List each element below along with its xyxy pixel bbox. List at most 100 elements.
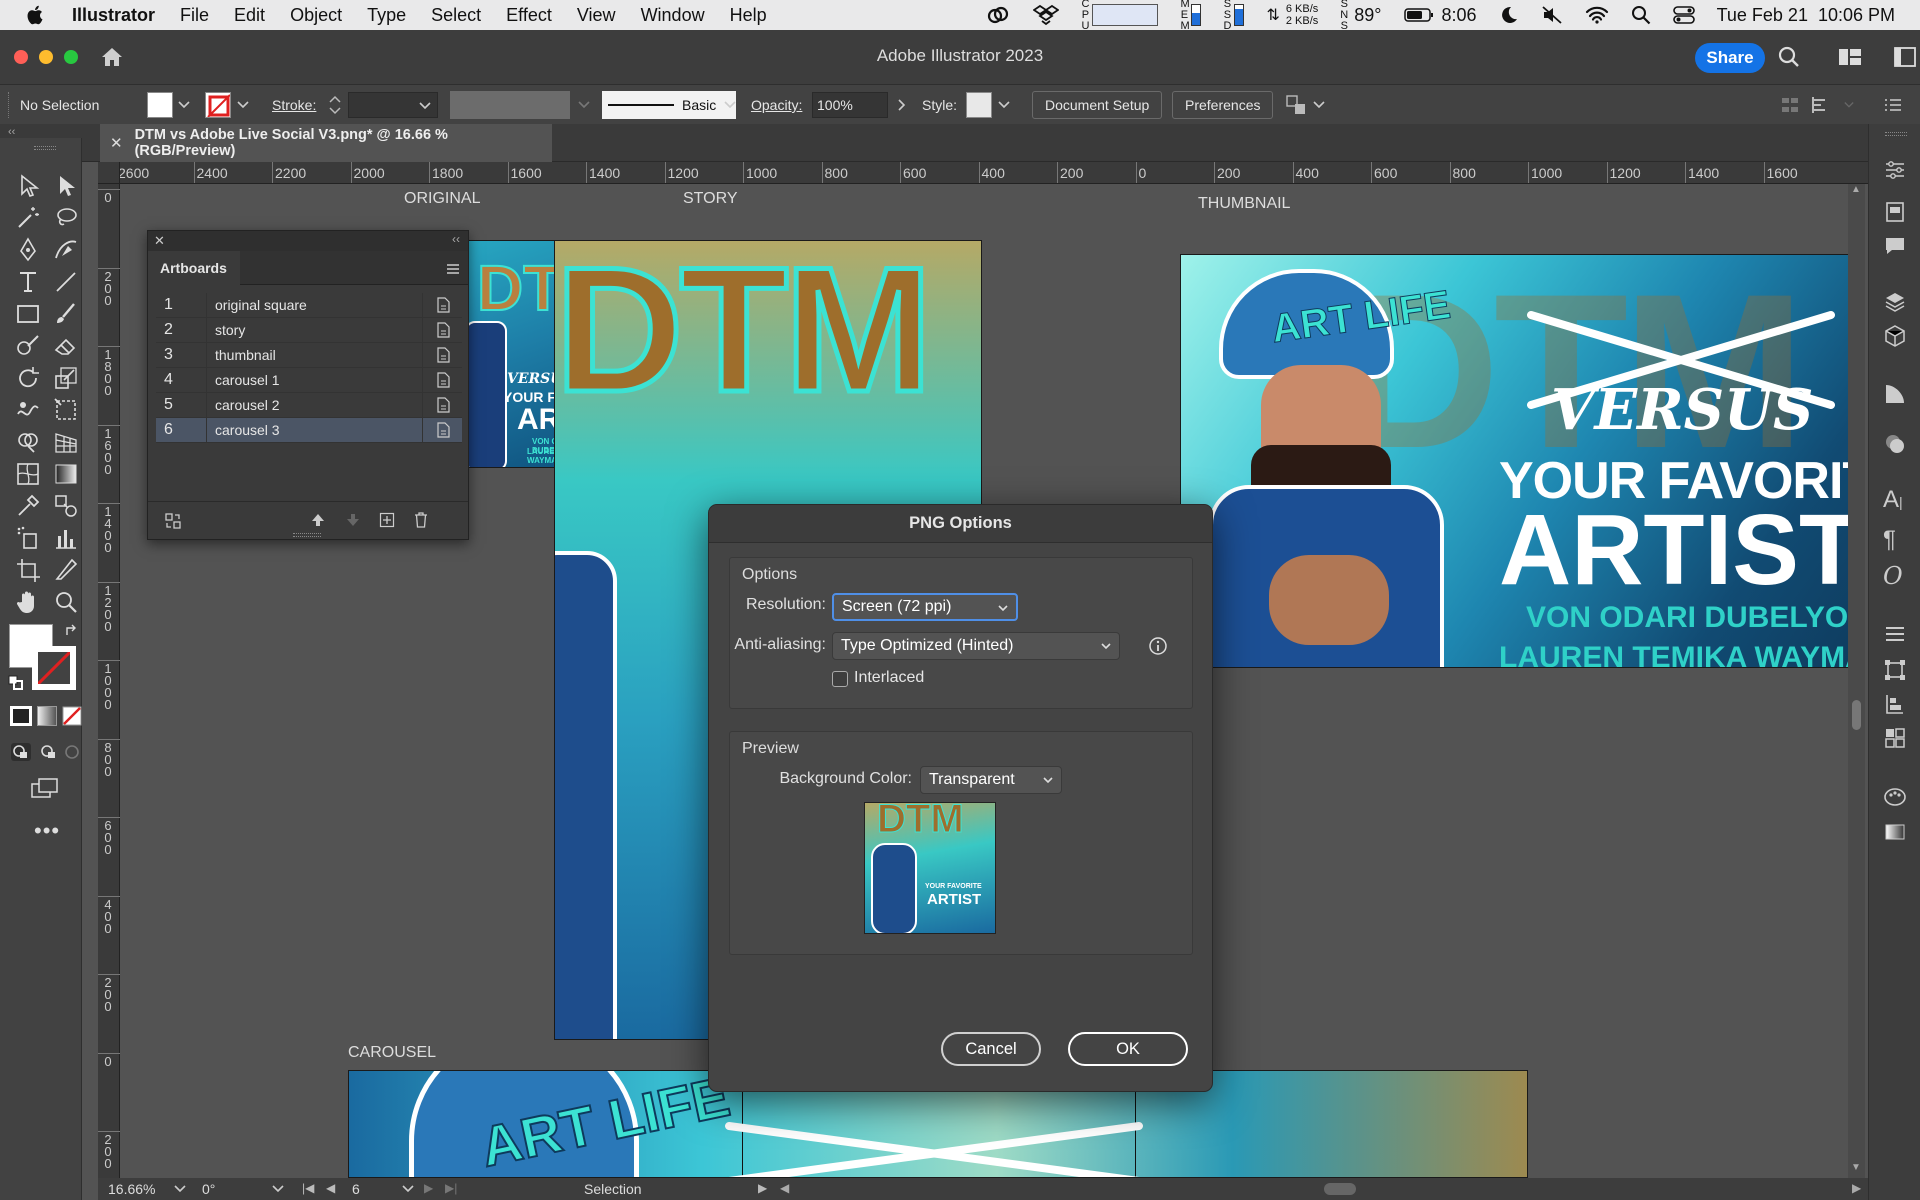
zoom-level[interactable]: 16.66%	[108, 1181, 155, 1197]
clock[interactable]: Tue Feb 21 10:06 PM	[1717, 5, 1895, 26]
artboard-chevron-icon[interactable]	[402, 1185, 414, 1193]
draw-normal-icon[interactable]	[10, 742, 32, 762]
menu-edit[interactable]: Edit	[234, 5, 265, 26]
opacity-label[interactable]: Opacity:	[751, 85, 802, 125]
rearrange-artboards-icon[interactable]	[164, 512, 182, 530]
appearance-icon[interactable]	[1883, 432, 1907, 456]
sensor-meter[interactable]: SNS 89°	[1340, 0, 1381, 32]
share-button[interactable]: Share	[1695, 43, 1765, 73]
gradient-tool-icon[interactable]	[52, 460, 80, 488]
scale-tool-icon[interactable]	[52, 364, 80, 392]
libraries-icon[interactable]	[1883, 200, 1907, 224]
scroll-right-icon[interactable]: ▶	[1852, 1181, 1861, 1195]
edit-toolbar-icon[interactable]: •••	[34, 818, 60, 844]
swap-fill-stroke-icon[interactable]	[64, 623, 80, 639]
document-tab[interactable]: ✕ DTM vs Adobe Live Social V3.png* @ 16.…	[100, 124, 552, 162]
first-artboard-icon[interactable]: |◀	[302, 1181, 314, 1195]
move-down-icon[interactable]	[345, 512, 361, 528]
artboard-tool-icon[interactable]	[14, 556, 42, 584]
hand-tool-icon[interactable]	[14, 588, 42, 616]
horizontal-scroll-thumb[interactable]	[1324, 1183, 1356, 1195]
move-up-icon[interactable]	[310, 512, 326, 528]
gradient-mode-icon[interactable]	[37, 706, 57, 726]
apple-icon[interactable]	[26, 4, 46, 26]
shape-builder-tool-icon[interactable]	[14, 428, 42, 456]
menu-object[interactable]: Object	[290, 5, 342, 26]
variable-width-profile[interactable]	[450, 85, 570, 125]
selection-tool-icon[interactable]	[14, 172, 42, 200]
artboard-row-selected[interactable]: 6 carousel 3	[156, 417, 462, 443]
zoom-chevron-icon[interactable]	[174, 1185, 186, 1193]
cpu-graph[interactable]: CPU	[1081, 0, 1159, 32]
align-panel-icon[interactable]	[1883, 622, 1907, 646]
menu-type[interactable]: Type	[367, 5, 406, 26]
cancel-button[interactable]: Cancel	[941, 1032, 1041, 1066]
zoom-tool-icon[interactable]	[52, 588, 80, 616]
spotlight-search-icon[interactable]	[1631, 5, 1651, 25]
draw-behind-icon[interactable]	[37, 742, 59, 762]
close-tab-icon[interactable]: ✕	[110, 134, 123, 152]
direct-selection-tool-icon[interactable]	[52, 172, 80, 200]
artboard-options-icon[interactable]	[422, 292, 462, 318]
change-screen-mode-icon[interactable]	[30, 776, 60, 800]
profile-chevron-icon[interactable]	[578, 85, 590, 125]
menu-file[interactable]: File	[180, 5, 209, 26]
mute-icon[interactable]	[1541, 5, 1563, 25]
zoom-window-button[interactable]	[64, 50, 78, 64]
artboard-options-icon[interactable]	[422, 417, 462, 443]
menu-effect[interactable]: Effect	[506, 5, 552, 26]
comments-icon[interactable]	[1883, 234, 1907, 258]
resolution-select[interactable]: Screen (72 ppi)	[832, 593, 1018, 621]
menu-view[interactable]: View	[577, 5, 616, 26]
opacity-arrow-icon[interactable]	[898, 85, 906, 125]
creative-cloud-icon[interactable]	[985, 5, 1011, 25]
next-artboard-icon[interactable]: ▶	[424, 1181, 433, 1195]
eyedropper-tool-icon[interactable]	[14, 492, 42, 520]
scroll-down-icon[interactable]: ▼	[1851, 1162, 1861, 1173]
brush-chevron-icon[interactable]	[724, 85, 736, 125]
opacity-value[interactable]: 100%	[812, 92, 888, 118]
ok-button[interactable]: OK	[1068, 1032, 1188, 1066]
stroke-weight-stepper[interactable]	[328, 85, 342, 125]
scroll-left-icon[interactable]: ◀	[780, 1181, 789, 1195]
horizontal-scrollbar[interactable]: ◀ ▶	[780, 1181, 1868, 1197]
stroke-swatch[interactable]	[205, 85, 231, 125]
stroke-label[interactable]: Stroke:	[272, 85, 316, 125]
artboards-tab[interactable]: Artboards	[148, 251, 240, 285]
control-center-icon[interactable]	[1672, 5, 1695, 25]
workspace-switcher-icon[interactable]	[1894, 47, 1918, 67]
panel-collapse-icon[interactable]: ‹‹	[452, 232, 460, 246]
shaper-tool-icon[interactable]	[14, 332, 42, 360]
delete-artboard-icon[interactable]	[413, 511, 429, 529]
none-mode-icon[interactable]	[62, 706, 82, 726]
style-chevron-icon[interactable]	[998, 85, 1010, 125]
type-tool-icon[interactable]	[14, 268, 42, 296]
new-artboard-icon[interactable]	[379, 512, 395, 528]
panel-resize-grip[interactable]	[293, 533, 321, 537]
arrange-chevron-icon[interactable]	[1313, 85, 1325, 125]
fill-swatch[interactable]	[147, 85, 173, 125]
artboard-options-icon[interactable]	[422, 317, 462, 343]
blend-tool-icon[interactable]	[52, 492, 80, 520]
scroll-up-icon[interactable]: ▲	[1851, 184, 1861, 195]
document-setup-button[interactable]: Document Setup	[1032, 85, 1163, 125]
column-graph-tool-icon[interactable]	[52, 524, 80, 552]
minimize-window-button[interactable]	[39, 50, 53, 64]
artboard-row[interactable]: 3 thumbnail	[156, 342, 462, 368]
pathfinder-icon[interactable]	[1883, 692, 1907, 716]
background-color-select[interactable]: Transparent	[920, 766, 1062, 794]
previous-artboard-icon[interactable]: ◀	[326, 1181, 335, 1195]
color-mode-icon[interactable]	[10, 706, 32, 726]
brush-definition[interactable]: Basic	[602, 85, 736, 125]
interlaced-label[interactable]: Interlaced	[854, 669, 924, 687]
artboard-row[interactable]: 1 original square	[156, 292, 462, 318]
opentype-icon[interactable]: O	[1883, 564, 1907, 588]
artboard-thumbnail[interactable]: DTM VERSUS YOUR FAVORITE ARTIST VON ODAR…	[1180, 254, 1865, 668]
layers-icon[interactable]	[1883, 290, 1907, 314]
artboard-row[interactable]: 5 carousel 2	[156, 392, 462, 418]
transform-panel-icon[interactable]	[1883, 658, 1907, 682]
rotate-tool-icon[interactable]	[14, 364, 42, 392]
panel-close-icon[interactable]: ✕	[154, 233, 165, 249]
properties-icon[interactable]	[1883, 158, 1907, 182]
interlaced-checkbox[interactable]	[832, 671, 848, 687]
